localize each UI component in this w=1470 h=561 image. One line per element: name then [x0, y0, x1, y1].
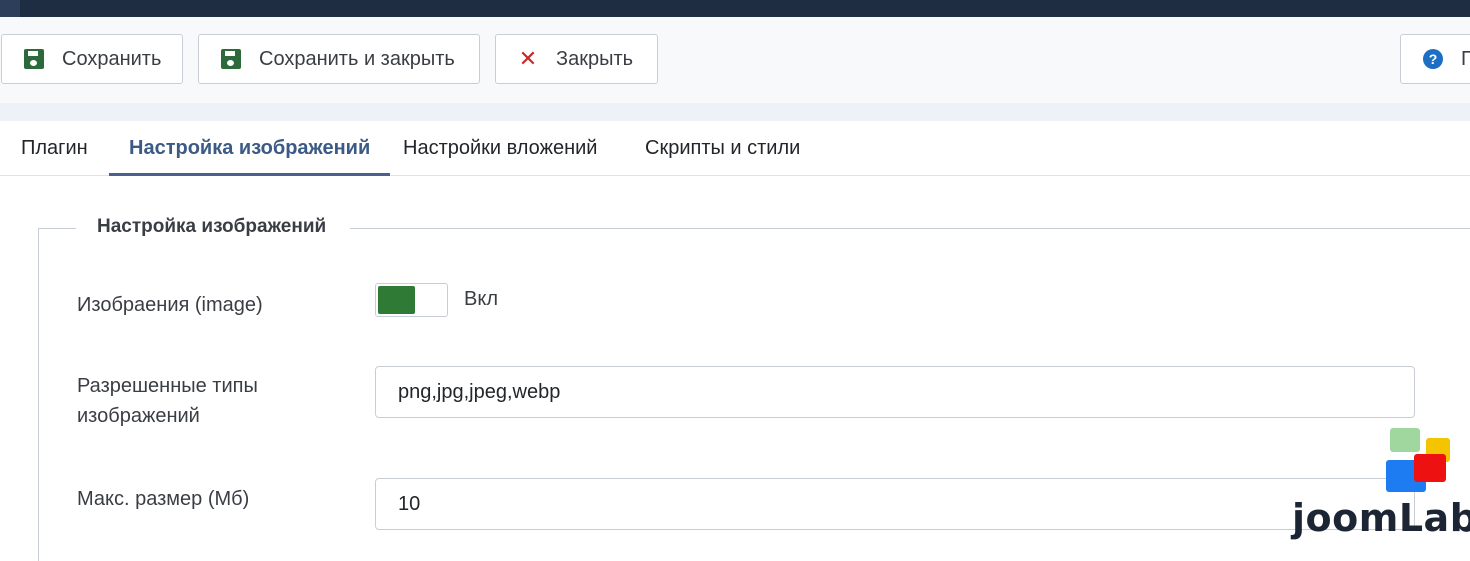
top-navbar [0, 0, 1470, 17]
logo-square-green [1390, 428, 1420, 452]
max-size-label: Макс. размер (Мб) [77, 488, 250, 510]
toggle-knob [378, 286, 415, 314]
navbar-accent [0, 0, 20, 17]
allowed-types-label-line1: Разрешенные типы [77, 375, 258, 397]
save-and-close-button[interactable]: Сохранить и закрыть [198, 34, 480, 84]
allowed-types-input[interactable]: png,jpg,jpeg,webp [375, 366, 1415, 418]
joomlab-logo: joomLab [1292, 428, 1470, 544]
max-size-input[interactable]: 10 [375, 478, 1415, 530]
help-button[interactable]: ? П [1400, 34, 1470, 84]
tab-plugin[interactable]: Плагин [21, 121, 88, 175]
save-icon [24, 49, 44, 69]
allowed-types-label-line2: изображений [77, 405, 200, 427]
fieldset-border [38, 228, 39, 561]
logo-text: joomLab [1292, 496, 1470, 540]
save-button[interactable]: Сохранить [1, 34, 183, 84]
toolbar-divider [0, 103, 1470, 121]
logo-square-red [1414, 454, 1446, 482]
image-toggle-switch[interactable] [375, 283, 448, 317]
help-button-label: П [1461, 47, 1470, 70]
tab-bar: Плагин Настройка изображений Настройки в… [0, 121, 1470, 176]
save-and-close-button-label: Сохранить и закрыть [259, 47, 455, 70]
fieldset-border [350, 228, 1470, 229]
help-icon: ? [1423, 49, 1443, 69]
fieldset-border [38, 228, 76, 229]
image-toggle-label: Изобраения (image) [77, 294, 263, 316]
tab-scripts-styles[interactable]: Скрипты и стили [645, 121, 800, 175]
close-icon: ✕ [518, 46, 538, 71]
save-button-label: Сохранить [62, 47, 162, 70]
tab-attachment-settings[interactable]: Настройки вложений [403, 121, 597, 175]
close-button[interactable]: ✕ Закрыть [495, 34, 658, 84]
tab-image-settings[interactable]: Настройка изображений [109, 121, 391, 176]
toggle-state-label: Вкл [464, 288, 498, 310]
save-icon [221, 49, 241, 69]
close-button-label: Закрыть [556, 47, 634, 70]
fieldset-legend: Настройка изображений [97, 216, 327, 237]
